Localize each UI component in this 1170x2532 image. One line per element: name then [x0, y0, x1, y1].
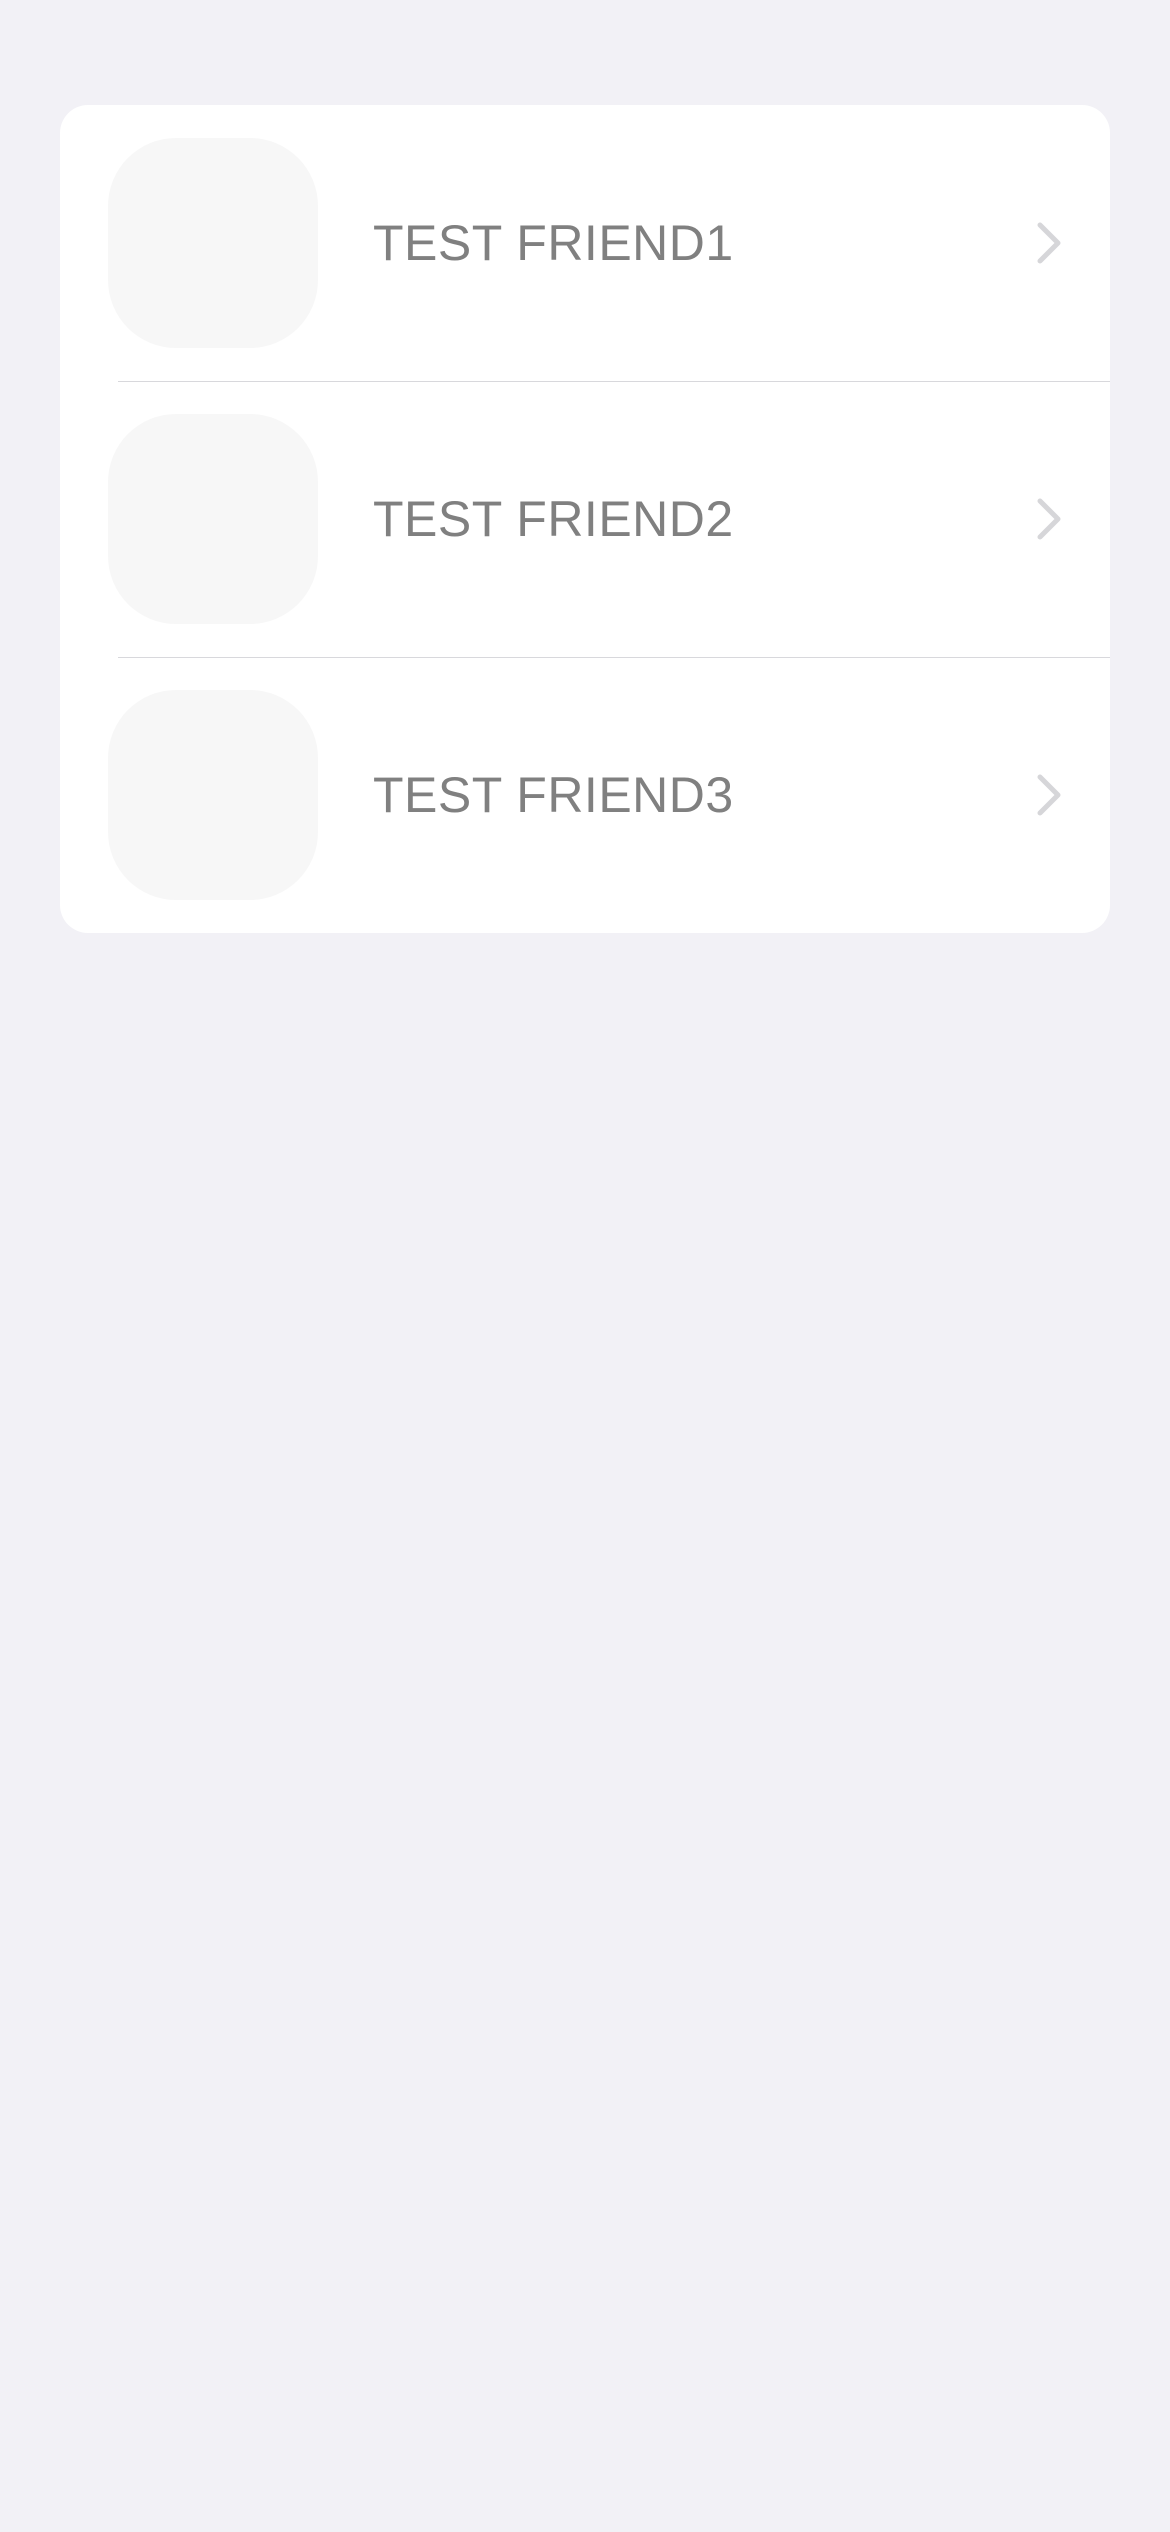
friend-name: TEST FRIEND2	[373, 491, 734, 547]
avatar	[108, 690, 318, 900]
friend-name: TEST FRIEND1	[373, 215, 734, 271]
avatar	[108, 414, 318, 624]
friend-row[interactable]: TEST FRIEND2	[60, 381, 1110, 657]
avatar	[108, 138, 318, 348]
chevron-right-icon	[1028, 495, 1068, 543]
friend-row[interactable]: TEST FRIEND1	[60, 105, 1110, 381]
chevron-right-icon	[1028, 771, 1068, 819]
friend-list: TEST FRIEND1 TEST FRIEND2 TEST FRIEND3	[60, 105, 1110, 933]
friend-row[interactable]: TEST FRIEND3	[60, 657, 1110, 933]
chevron-right-icon	[1028, 219, 1068, 267]
friend-name: TEST FRIEND3	[373, 767, 734, 823]
